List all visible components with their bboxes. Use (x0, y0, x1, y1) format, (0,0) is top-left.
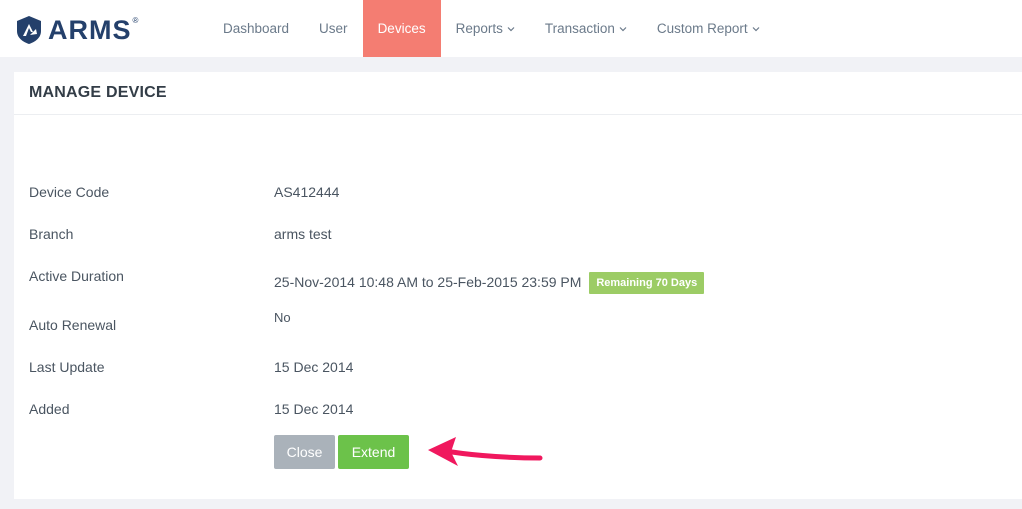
nav-user-label: User (319, 21, 348, 36)
auto-renewal-label: Auto Renewal (29, 317, 117, 333)
last-update-label: Last Update (29, 359, 105, 375)
brand-name: ARMS (48, 14, 132, 45)
nav-dashboard-label: Dashboard (223, 21, 290, 36)
nav-transaction-label: Transaction (544, 21, 615, 36)
nav-devices-label: Devices (377, 21, 426, 36)
chevron-down-icon (619, 26, 627, 31)
nav-user[interactable]: User (304, 0, 363, 57)
main-nav: Dashboard User Devices Reports Transacti… (208, 0, 775, 57)
nav-dashboard[interactable]: Dashboard (208, 0, 304, 57)
nav-transaction[interactable]: Transaction (530, 0, 642, 57)
nav-custom-report-label: Custom Report (656, 21, 748, 36)
arms-shield-icon (17, 16, 41, 44)
nav-reports-label: Reports (455, 21, 503, 36)
panel-header: MANAGE DEVICE (14, 72, 1022, 115)
annotation-arrow-icon (428, 437, 543, 466)
extend-button[interactable]: Extend (338, 435, 409, 469)
added-label: Added (29, 401, 70, 417)
active-duration-label: Active Duration (29, 268, 124, 284)
active-duration-row: 25-Nov-2014 10:48 AM to 25-Feb-2015 23:5… (274, 272, 705, 295)
active-duration-value: 25-Nov-2014 10:48 AM to 25-Feb-2015 23:5… (274, 274, 582, 290)
added-value: 15 Dec 2014 (274, 401, 354, 417)
chevron-down-icon (507, 26, 515, 31)
registered-mark: ® (132, 15, 139, 25)
branch-value: arms test (274, 226, 332, 242)
branch-label: Branch (29, 226, 74, 242)
nav-custom-report[interactable]: Custom Report (642, 0, 775, 57)
device-code-label: Device Code (29, 184, 110, 200)
nav-devices[interactable]: Devices (362, 0, 441, 57)
nav-reports[interactable]: Reports (441, 0, 530, 57)
last-update-value: 15 Dec 2014 (274, 359, 354, 375)
device-code-value: AS412444 (274, 184, 340, 200)
brand-logo[interactable]: ARMS ® (16, 13, 138, 47)
top-navbar: ARMS ® Dashboard User Devices Reports Tr… (0, 0, 1022, 57)
chevron-down-icon (752, 26, 760, 31)
remaining-days-badge: Remaining 70 Days (589, 272, 705, 294)
close-button[interactable]: Close (274, 435, 335, 469)
page-title: MANAGE DEVICE (29, 84, 167, 101)
auto-renewal-value: No (274, 310, 291, 325)
